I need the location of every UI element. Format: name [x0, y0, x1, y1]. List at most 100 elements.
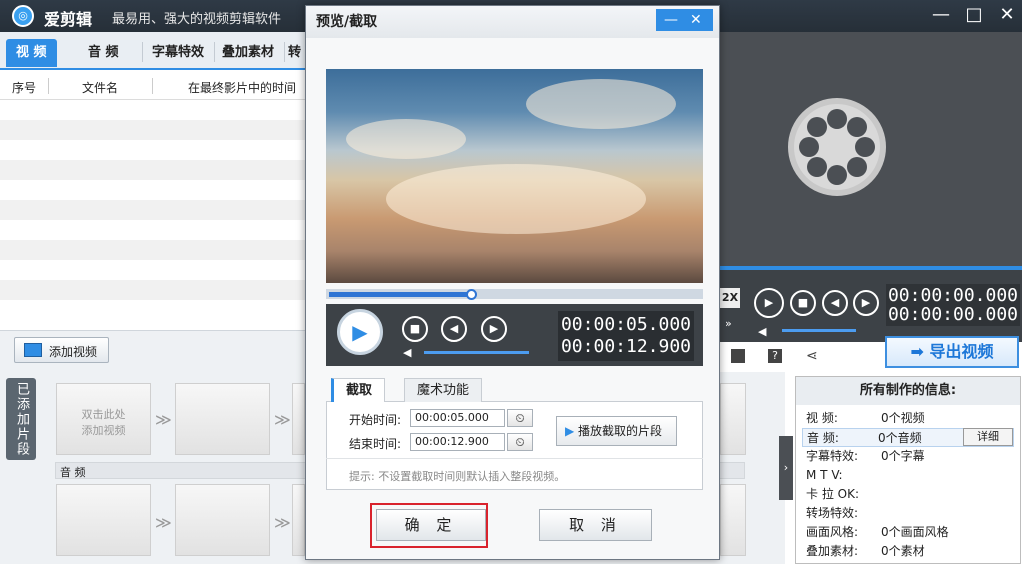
dialog-time-total: 00:00:12.900: [560, 336, 692, 357]
list-row: [0, 200, 310, 220]
column-time-in-movie[interactable]: 在最终影片中的时间: [188, 79, 296, 96]
clip-slot[interactable]: [720, 383, 746, 455]
dialog-progress-knob[interactable]: [466, 289, 477, 300]
cloud: [386, 164, 646, 234]
detail-button[interactable]: 详细: [963, 428, 1013, 446]
dialog-time-display: 00:00:05.000 00:00:12.900: [558, 311, 694, 361]
list-row: [0, 180, 310, 200]
audio-slot[interactable]: [56, 484, 151, 556]
trim-hint-text: 提示: 不设置截取时间则默认插入整段视频。: [349, 470, 566, 483]
cloud: [526, 79, 676, 129]
column-index[interactable]: 序号: [12, 79, 36, 96]
next-arrow-icon: ≫: [274, 410, 291, 429]
dialog-window-controls: — ✕: [656, 9, 713, 31]
reel-hole: [807, 157, 827, 177]
dialog-time-current: 00:00:05.000: [560, 314, 692, 335]
end-time-label: 结束时间:: [349, 437, 402, 451]
cancel-button[interactable]: 取 消: [539, 509, 652, 541]
speed-button[interactable]: 2X: [720, 288, 740, 308]
dialog-next-frame-icon[interactable]: ▶: [481, 316, 507, 342]
close-button[interactable]: ✕: [994, 4, 1020, 26]
fast-forward-icon[interactable]: »: [725, 317, 732, 330]
video-preview-frame: [326, 69, 703, 283]
dialog-prev-frame-icon[interactable]: ◀: [441, 316, 467, 342]
reel-hole: [847, 117, 867, 137]
dialog-volume-icon[interactable]: ◀: [403, 346, 411, 359]
set-end-clock-icon[interactable]: ⏲: [507, 433, 533, 451]
added-clips-label[interactable]: 已添加片段: [6, 378, 36, 460]
prev-frame-icon[interactable]: ◀: [822, 290, 848, 316]
clip-slot[interactable]: 双击此处 添加视频: [56, 383, 151, 455]
next-arrow-icon: ≫: [155, 410, 172, 429]
export-video-button[interactable]: ➡ 导出视频: [885, 336, 1019, 368]
production-info-panel: 所有制作的信息: 视 频: 0个视频 音 频: 0个音频 字幕特效: 0个字幕 M T…: [795, 376, 1021, 564]
preview-trim-dialog: 预览/截取 — ✕ ■ ◀ ▶ ◀ ▶ 00:00:05.000 00:00:1…: [305, 5, 720, 560]
list-row: [0, 220, 310, 240]
tab-overlay-material[interactable]: 叠加素材: [212, 39, 284, 67]
audio-slot[interactable]: [720, 484, 746, 556]
export-video-label: 导出视频: [929, 342, 994, 361]
end-time-input[interactable]: 00:00:12.900: [410, 433, 505, 451]
column-divider: [48, 78, 49, 94]
set-start-clock-icon[interactable]: ⏲: [507, 409, 533, 427]
reel-hole: [799, 137, 819, 157]
add-video-bar: 添加视频: [0, 330, 310, 372]
audio-track-label: 音 频: [60, 466, 86, 479]
dialog-close-button[interactable]: ✕: [690, 9, 702, 31]
list-row: [0, 300, 310, 320]
tab-video[interactable]: 视 频: [6, 39, 57, 67]
list-row: [0, 140, 310, 160]
dialog-minimize-button[interactable]: —: [664, 9, 678, 31]
volume-slider[interactable]: [782, 329, 856, 332]
next-frame-icon[interactable]: ▶: [853, 290, 879, 316]
clip-slot-hint: 双击此处 添加视频: [81, 408, 126, 437]
list-row: [0, 100, 310, 120]
app-slogan: 最易用、强大的视频剪辑软件: [112, 12, 282, 27]
preview-time-display: 00:00:00.000 00:00:00.000: [886, 284, 1020, 326]
info-row-subtitle: 字幕特效: 0个字幕: [806, 449, 925, 463]
film-add-icon: [24, 343, 42, 357]
tab-transition[interactable]: 转: [284, 39, 305, 67]
info-row-overlay: 叠加素材: 0个素材: [806, 544, 925, 558]
dialog-stop-icon[interactable]: ■: [402, 316, 428, 342]
help-icon[interactable]: ?: [768, 349, 782, 363]
maximize-button[interactable]: □: [961, 4, 987, 26]
expand-panel-handle[interactable]: ›: [779, 436, 793, 500]
play-trimmed-clip-label: 播放截取的片段: [578, 424, 663, 438]
clip-slot[interactable]: [175, 383, 270, 455]
audio-slot[interactable]: [175, 484, 270, 556]
form-divider: [326, 458, 703, 459]
play-icon[interactable]: ▶: [754, 288, 784, 318]
tab-magic-functions[interactable]: 魔术功能: [404, 378, 483, 402]
info-row-style: 画面风格: 0个画面风格: [806, 525, 949, 539]
column-divider: [152, 78, 153, 94]
play-trimmed-clip-button[interactable]: ▶ 播放截取的片段: [556, 416, 677, 446]
tab-subtitle-effects[interactable]: 字幕特效: [142, 39, 214, 67]
add-video-button[interactable]: 添加视频: [14, 337, 109, 363]
volume-icon[interactable]: ◀: [758, 325, 766, 338]
column-filename[interactable]: 文件名: [82, 79, 118, 96]
dialog-subtabs: 截取 魔术功能: [326, 378, 703, 402]
preview-time-total: 00:00:00.000: [887, 304, 1019, 325]
list-row: [0, 160, 310, 180]
app-logo-icon: ◎: [12, 5, 34, 27]
tab-audio[interactable]: 音 频: [78, 39, 129, 67]
audio-slot[interactable]: [292, 484, 305, 556]
ok-button[interactable]: 确 定: [376, 509, 486, 541]
start-time-input[interactable]: 00:00:05.000: [410, 409, 505, 427]
dialog-volume-slider[interactable]: [424, 351, 529, 354]
reel-hole: [855, 137, 875, 157]
preview-time-current: 00:00:00.000: [887, 285, 1019, 306]
next-arrow-icon: ≫: [274, 513, 291, 532]
share-icon[interactable]: ⋖: [806, 348, 818, 364]
stop-icon[interactable]: ■: [790, 290, 816, 316]
minimize-button[interactable]: —: [928, 4, 954, 26]
tab-trim[interactable]: 截取: [331, 378, 386, 402]
dialog-progress-fill: [329, 292, 472, 297]
start-time-label: 开始时间:: [349, 413, 402, 427]
add-video-label: 添加视频: [49, 345, 98, 359]
clip-slot[interactable]: [292, 383, 305, 455]
save-icon[interactable]: [731, 349, 745, 363]
cloud: [346, 119, 466, 159]
dialog-play-button[interactable]: ▶: [337, 309, 383, 355]
